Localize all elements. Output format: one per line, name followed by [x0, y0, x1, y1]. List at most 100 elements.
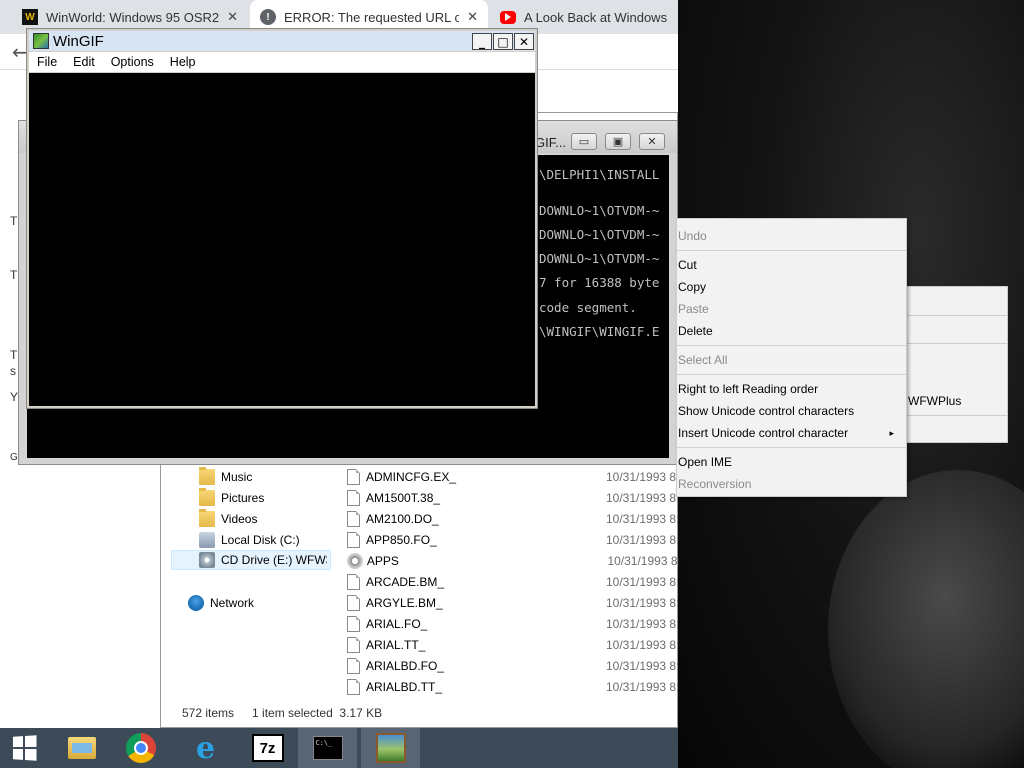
- menu-item-wfwplus[interactable]: WFWPlus: [908, 394, 961, 408]
- winworld-favicon-icon: W: [22, 9, 38, 25]
- menu-separator: [906, 315, 1007, 316]
- file-row[interactable]: APP850.FO_ 10/31/1993 8:: [347, 529, 679, 550]
- menu-item-copy[interactable]: Copy: [677, 276, 906, 298]
- menu-separator: [677, 447, 906, 448]
- videos-folder-icon: [199, 509, 215, 527]
- file-date: 10/31/1993 8:: [606, 637, 678, 652]
- tab-close-icon[interactable]: ✕: [227, 9, 238, 25]
- menu-item-cut[interactable]: Cut: [677, 254, 906, 276]
- selected-size: 3.17 KB: [339, 706, 383, 720]
- file-date: 10/31/1993 8:: [606, 511, 678, 526]
- console-line: DOWNLO~1\OTVDM-~: [539, 251, 660, 266]
- console-title: GIF...: [535, 135, 567, 150]
- file-icon: [347, 678, 360, 695]
- taskbar-chrome[interactable]: [111, 728, 170, 768]
- nav-item-pictures[interactable]: Pictures: [199, 488, 264, 508]
- menu-file[interactable]: File: [29, 55, 65, 69]
- file-date: 10/31/1993 8:: [606, 595, 678, 610]
- nav-label: CD Drive (E:) WFW31: [221, 553, 327, 567]
- submenu-arrow-icon: ▸: [889, 427, 894, 438]
- menu-item-label: Insert Unicode control character: [678, 426, 849, 440]
- file-row[interactable]: ARIALBD.FO_ 10/31/1993 8:: [347, 655, 679, 676]
- maximize-button[interactable]: ▣: [605, 133, 631, 150]
- page-text: T: [10, 214, 18, 228]
- start-button[interactable]: [0, 728, 48, 768]
- file-name: ARIAL.FO_: [366, 616, 428, 631]
- minimize-button[interactable]: _: [472, 33, 492, 50]
- start-icon: [12, 735, 37, 761]
- file-row[interactable]: ARIAL.TT_ 10/31/1993 8:: [347, 634, 679, 655]
- nav-item-music[interactable]: Music: [199, 467, 252, 487]
- menu-item-paste: Paste: [678, 302, 709, 316]
- file-explorer-icon: [67, 737, 96, 759]
- file-name: ARGYLE.BM_: [366, 595, 443, 610]
- file-row[interactable]: APPS 10/31/1993 8:: [347, 550, 679, 571]
- menu-item-open-ime[interactable]: Open IME: [677, 451, 906, 473]
- file-icon: [347, 573, 360, 590]
- page-text: G: [10, 452, 18, 463]
- nav-item-cd-drive[interactable]: CD Drive (E:) WFW31: [171, 550, 331, 570]
- network-icon: [188, 595, 204, 611]
- wingif-icon: [375, 733, 406, 763]
- file-date: 10/31/1993 8:: [606, 574, 678, 589]
- menu-help[interactable]: Help: [162, 55, 204, 69]
- maximize-button[interactable]: □: [493, 33, 513, 50]
- file-row[interactable]: AM1500T.38_ 10/31/1993 8:: [347, 487, 679, 508]
- minimize-button[interactable]: ▭: [571, 133, 597, 150]
- nav-item-network[interactable]: Network: [188, 593, 254, 613]
- file-row[interactable]: ARCADE.BM_ 10/31/1993 8:: [347, 571, 679, 592]
- nav-item-videos[interactable]: Videos: [199, 509, 257, 529]
- taskbar: e 7z C:\_: [0, 728, 678, 768]
- taskbar-wingif[interactable]: [361, 728, 420, 768]
- menu-item-rtl-reading-order[interactable]: Right to left Reading order: [677, 378, 906, 400]
- taskbar-7zip[interactable]: 7z: [238, 728, 297, 768]
- menu-separator: [906, 415, 1007, 416]
- menu-edit[interactable]: Edit: [65, 55, 103, 69]
- file-row[interactable]: ARIAL.FO_ 10/31/1993 8:: [347, 613, 679, 634]
- file-icon: [347, 615, 360, 632]
- menu-options[interactable]: Options: [103, 55, 162, 69]
- file-name: AM2100.DO_: [366, 511, 439, 526]
- taskbar-internet-explorer[interactable]: e: [176, 728, 235, 768]
- file-date: 10/31/1993 8:: [606, 469, 678, 484]
- nav-label: Music: [221, 470, 253, 484]
- wallpaper-shape: [828, 470, 1024, 768]
- background-context-menu: WFWPlus: [905, 286, 1008, 443]
- menu-separator: [677, 345, 906, 346]
- 7zip-icon: 7z: [251, 734, 284, 762]
- wingif-app-icon[interactable]: [33, 33, 49, 49]
- youtube-favicon-icon: [500, 10, 516, 24]
- close-button[interactable]: ✕: [514, 33, 534, 50]
- file-date: 10/31/1993 8:: [606, 490, 678, 505]
- edit-context-menu: Undo Cut Copy Paste Delete Select All Ri…: [676, 218, 907, 497]
- file-row[interactable]: ARIALBD.TT_ 10/31/1993 8:: [347, 676, 679, 697]
- page-text: s: [10, 364, 16, 378]
- menu-item-undo: Undo: [678, 229, 707, 243]
- selection-status: 1 item selected 3.17 KB: [252, 706, 382, 720]
- menu-item-delete[interactable]: Delete: [677, 320, 906, 342]
- file-row[interactable]: AM2100.DO_ 10/31/1993 8:: [347, 508, 679, 529]
- internet-explorer-icon: e: [195, 730, 216, 766]
- nav-label: Network: [210, 596, 255, 610]
- file-row[interactable]: ADMINCFG.EX_ 10/31/1993 8:: [347, 466, 679, 487]
- file-date: 10/31/1993 8:: [606, 658, 678, 673]
- menu-item-insert-unicode-control[interactable]: Insert Unicode control character ▸: [677, 422, 906, 444]
- globe-favicon-icon: !: [260, 9, 276, 25]
- taskbar-command-prompt[interactable]: C:\_: [298, 728, 357, 768]
- file-icon: [347, 531, 360, 548]
- page-text: Y: [10, 390, 19, 404]
- nav-item-local-disk[interactable]: Local Disk (C:): [199, 530, 300, 550]
- nav-label: Pictures: [221, 491, 265, 505]
- wingif-title: WinGIF: [53, 32, 104, 50]
- menu-item-show-unicode-control[interactable]: Show Unicode control characters: [677, 400, 906, 422]
- tab-close-icon[interactable]: ✕: [467, 9, 478, 25]
- file-name: ADMINCFG.EX_: [366, 469, 457, 484]
- taskbar-file-explorer[interactable]: [52, 728, 111, 768]
- file-name: ARIALBD.FO_: [366, 658, 445, 673]
- wingif-titlebar[interactable]: WinGIF _ □ ✕: [29, 31, 535, 51]
- close-button[interactable]: ✕: [639, 133, 665, 150]
- file-row[interactable]: ARGYLE.BM_ 10/31/1993 8:: [347, 592, 679, 613]
- wingif-canvas[interactable]: [29, 73, 535, 406]
- chrome-icon: [125, 733, 156, 763]
- menu-item-reconversion: Reconversion: [678, 477, 752, 491]
